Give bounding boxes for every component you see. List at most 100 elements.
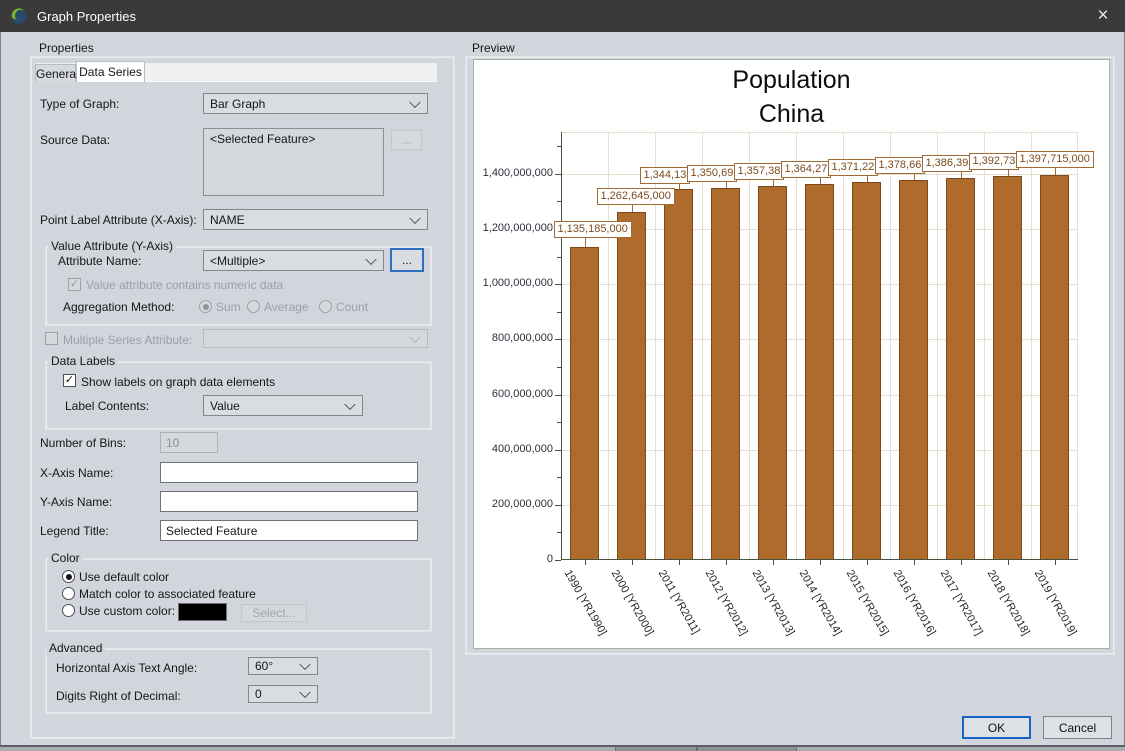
tab-data-series[interactable]: Data Series (76, 61, 145, 82)
aggregation-sum-radio[interactable] (199, 300, 212, 313)
bar[interactable] (711, 188, 740, 560)
bar[interactable] (852, 182, 881, 560)
select-color-button[interactable]: Select... (241, 604, 307, 622)
x-axis-line (561, 559, 1078, 560)
ok-button[interactable]: OK (962, 716, 1031, 739)
bar[interactable] (664, 189, 693, 560)
bar[interactable] (758, 186, 787, 560)
x-tick (961, 560, 962, 565)
data-label: 1,364,27 (781, 161, 832, 178)
axis-text-angle-label: Horizontal Axis Text Angle: (56, 661, 197, 675)
axis-text-angle-combo[interactable]: 60° (248, 657, 318, 675)
data-label-leader (820, 178, 821, 184)
x-category-label: 2014 [YR2014] (796, 568, 843, 638)
y-tick-label: 800,000,000 (469, 332, 553, 344)
source-data-browse-button[interactable]: ... (391, 130, 422, 150)
type-of-graph-combo[interactable]: Bar Graph (203, 93, 428, 114)
source-data-listbox[interactable]: <Selected Feature> (203, 128, 384, 196)
attribute-name-value: <Multiple> (210, 254, 265, 268)
y-tick-label: 400,000,000 (469, 443, 553, 455)
data-label: 1,392,73 (969, 153, 1020, 170)
digits-decimal-combo[interactable]: 0 (248, 685, 318, 703)
aggregation-sum-label: Sum (216, 300, 241, 314)
multiple-series-checkbox[interactable] (45, 332, 58, 345)
digits-decimal-value: 0 (255, 687, 262, 701)
y-tick-label: 1,000,000,000 (469, 277, 553, 289)
y-tick-label: 1,200,000,000 (469, 222, 553, 234)
chart-subtitle: China (474, 100, 1109, 129)
data-label: 1,378,66 (875, 157, 926, 174)
show-labels-checkbox[interactable]: ✓ (63, 374, 76, 387)
attribute-name-combo[interactable]: <Multiple> (203, 250, 384, 271)
data-label: 1,350,69 (687, 165, 738, 182)
chevron-down-icon (344, 398, 355, 409)
bar[interactable] (993, 176, 1022, 560)
cancel-button[interactable]: Cancel (1043, 716, 1112, 739)
x-tick (632, 560, 633, 565)
x-tick (585, 560, 586, 565)
advanced-group-label: Advanced (46, 641, 105, 655)
label-contents-combo[interactable]: Value (203, 395, 363, 416)
x-category-label: 2019 [YR2019] (1031, 568, 1078, 638)
aggregation-count-radio[interactable] (319, 300, 332, 313)
digits-decimal-label: Digits Right of Decimal: (56, 689, 181, 703)
source-data-label: Source Data: (40, 133, 110, 147)
multiple-series-combo[interactable] (203, 329, 428, 348)
x-tick (679, 560, 680, 565)
plot-top-border (561, 132, 1078, 133)
y-tick-label: 200,000,000 (469, 498, 553, 510)
x-category-label: 2000 [YR2000] (608, 568, 655, 638)
numeric-data-checkbox[interactable]: ✓ (68, 278, 81, 291)
chevron-down-icon (409, 96, 420, 107)
tab-general[interactable]: General (35, 64, 76, 82)
bar[interactable] (617, 212, 646, 560)
x-tick (726, 560, 727, 565)
data-label-leader (726, 182, 727, 188)
x-category-label: 2012 [YR2012] (702, 568, 749, 638)
x-tick (773, 560, 774, 565)
data-label: 1,386,39 (922, 155, 973, 172)
custom-color-swatch[interactable] (178, 603, 227, 621)
close-icon[interactable]: × (1081, 0, 1125, 32)
x-category-label: 2018 [YR2018] (984, 568, 1031, 638)
type-of-graph-label: Type of Graph: (40, 97, 119, 111)
legend-title-input[interactable] (160, 520, 418, 541)
number-of-bins-input[interactable] (160, 432, 218, 453)
plot-area: 0200,000,000400,000,000600,000,000800,00… (561, 132, 1078, 560)
graph-properties-dialog: Graph Properties × Properties General Da… (0, 0, 1125, 751)
attribute-name-browse-button[interactable]: ... (390, 248, 424, 272)
bar[interactable] (946, 178, 975, 560)
x-category-label: 2016 [YR2016] (890, 568, 937, 638)
x-category-label: 2011 [YR2011] (655, 568, 701, 636)
data-label: 1,371,22 (828, 159, 879, 176)
match-color-radio[interactable] (62, 587, 75, 600)
aggregation-average-label: Average (264, 300, 308, 314)
preview-panel: Preview Population China 0200,000,000400… (465, 42, 1115, 655)
v-gridline (890, 132, 891, 560)
bar[interactable] (805, 184, 834, 560)
x-axis-name-input[interactable] (160, 462, 418, 483)
label-contents-label: Label Contents: (65, 399, 149, 413)
point-label-attribute-combo[interactable]: NAME (203, 209, 428, 230)
title-bar[interactable]: Graph Properties × (0, 0, 1125, 32)
data-labels-group-label: Data Labels (48, 354, 118, 368)
chevron-down-icon (365, 253, 376, 264)
data-label-leader (632, 205, 633, 212)
data-label-leader (1055, 168, 1056, 175)
use-default-color-radio[interactable] (62, 570, 75, 583)
aggregation-average-radio[interactable] (247, 300, 260, 313)
v-gridline (749, 132, 750, 560)
x-tick (820, 560, 821, 565)
use-custom-color-label: Use custom color: (79, 604, 175, 618)
match-color-label: Match color to associated feature (79, 587, 256, 601)
multiple-series-label: Multiple Series Attribute: (63, 333, 192, 347)
x-axis-name-label: X-Axis Name: (40, 466, 113, 480)
v-gridline (937, 132, 938, 560)
y-axis-name-input[interactable] (160, 491, 418, 512)
bar[interactable] (1040, 175, 1069, 560)
bar[interactable] (570, 247, 599, 560)
aggregation-count-label: Count (336, 300, 368, 314)
legend-title-label: Legend Title: (40, 524, 109, 538)
use-custom-color-radio[interactable] (62, 604, 75, 617)
bar[interactable] (899, 180, 928, 560)
